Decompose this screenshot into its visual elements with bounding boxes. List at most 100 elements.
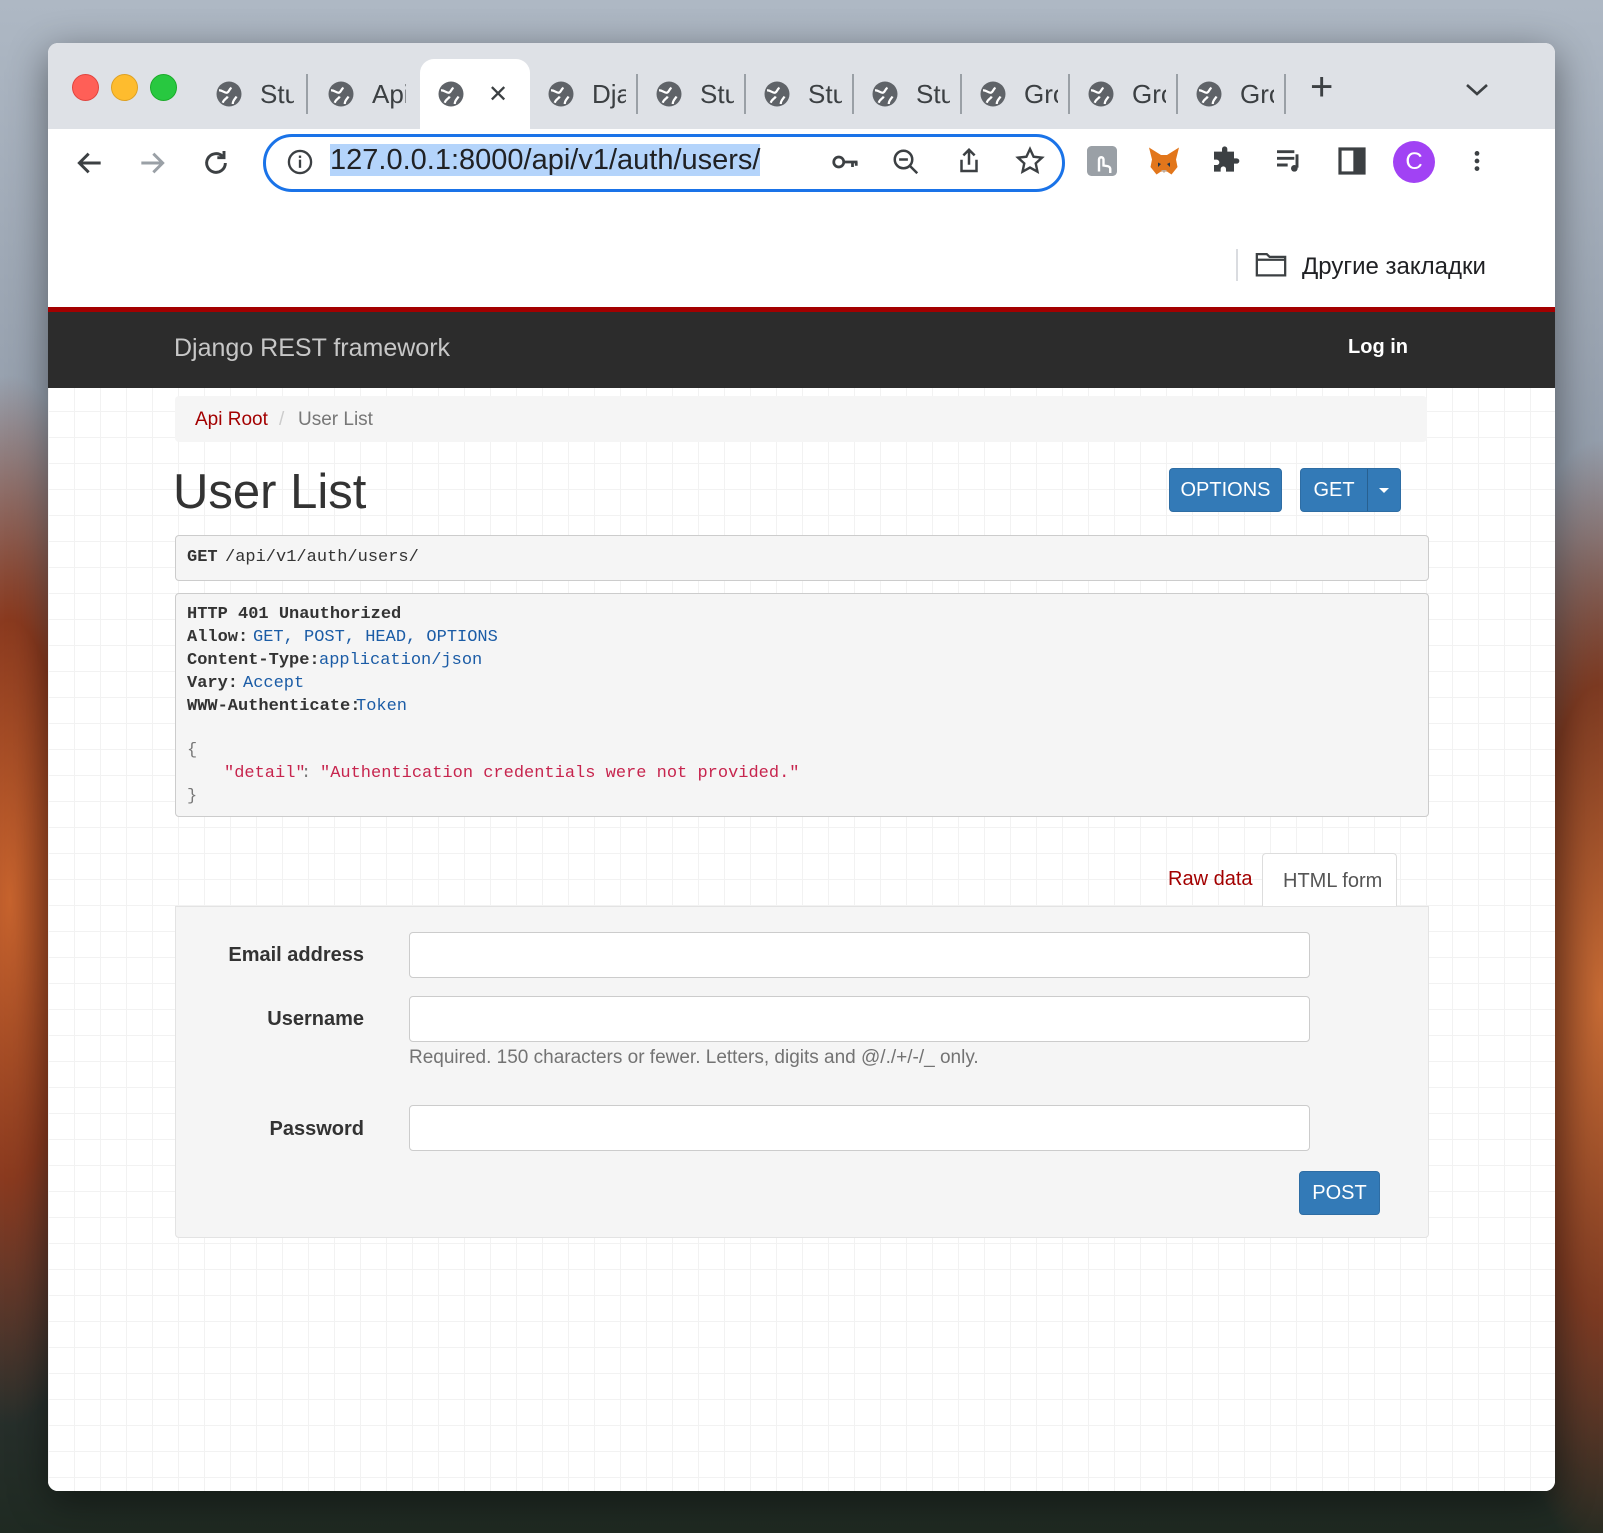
bookmark-star-icon[interactable] <box>1014 145 1046 177</box>
tab-label: Stu <box>260 78 294 109</box>
tab-9[interactable]: Gro <box>1070 59 1178 129</box>
username-label: Username <box>267 1008 364 1030</box>
extensions-puzzle-icon[interactable] <box>1210 145 1242 177</box>
request-path: /api/v1/auth/users/ <box>225 548 419 567</box>
password-label: Password <box>269 1118 364 1140</box>
info-icon[interactable] <box>286 148 314 176</box>
more-menu-icon[interactable] <box>1464 145 1490 177</box>
response-info: HTTP 401 Unauthorized Allow: GET, POST, … <box>175 593 1429 817</box>
tab-html-form-label: HTML form <box>1283 870 1383 892</box>
reload-icon[interactable] <box>200 147 232 179</box>
tab-html-form[interactable]: HTML form <box>1262 853 1397 908</box>
chevron-down-icon[interactable] <box>1464 81 1490 99</box>
media-queue-icon[interactable] <box>1272 145 1306 177</box>
caret-down-icon[interactable] <box>1377 486 1391 496</box>
breadcrumb-current: User List <box>298 409 373 430</box>
options-button[interactable]: OPTIONS <box>1169 468 1282 512</box>
globe-icon <box>438 81 464 107</box>
metamask-fox-icon[interactable] <box>1146 143 1182 179</box>
folder-icon[interactable] <box>1254 249 1288 279</box>
forward-arrow-icon[interactable] <box>136 147 168 179</box>
json-colon: : <box>301 764 322 783</box>
tab-label: Gro <box>1024 78 1058 109</box>
bookmarks-divider <box>1236 249 1238 281</box>
globe-icon <box>980 81 1006 107</box>
tab-1[interactable]: Stu <box>198 59 308 129</box>
tab-strip: Stu Api ✕ Dja Stu Stu Stu Gr Gr Gr + <box>48 43 1555 129</box>
globe-icon <box>328 81 354 107</box>
tab-label: Stu <box>916 78 950 109</box>
tab-8[interactable]: Gro <box>962 59 1070 129</box>
tab-10[interactable]: Gro <box>1178 59 1286 129</box>
tab-label: Api <box>372 78 406 109</box>
username-field[interactable] <box>409 996 1310 1042</box>
tab-label: Stu <box>808 78 842 109</box>
globe-icon <box>1088 81 1114 107</box>
address-bar[interactable]: 127.0.0.1:8000/api/v1/auth/users/ <box>263 134 1065 192</box>
zoom-out-icon[interactable] <box>891 147 921 177</box>
extension-touch-icon[interactable] <box>1084 143 1120 179</box>
globe-icon <box>656 81 682 107</box>
key-icon[interactable] <box>829 147 861 177</box>
new-tab-button[interactable]: + <box>1310 65 1333 110</box>
minimize-window-button[interactable] <box>111 74 138 101</box>
globe-icon <box>764 81 790 107</box>
bookmarks-folder-label[interactable]: Другие закладки <box>1302 253 1486 281</box>
tab-7[interactable]: Stu <box>854 59 962 129</box>
globe-icon <box>216 81 242 107</box>
email-field[interactable] <box>409 932 1310 978</box>
close-window-button[interactable] <box>72 74 99 101</box>
get-button-group: GET <box>1300 468 1401 512</box>
breadcrumb-root-link[interactable]: Api Root <box>195 409 268 431</box>
response-status: HTTP 401 Unauthorized <box>187 605 402 624</box>
page-content: Django REST framework Log in Api Root / … <box>48 307 1555 1491</box>
side-panel-icon[interactable] <box>1336 145 1368 177</box>
tab-label: Stu <box>700 78 734 109</box>
navbar: Django REST framework Log in <box>48 307 1555 388</box>
json-value: "Authentication credentials were not pro… <box>320 764 800 783</box>
tab-active[interactable]: ✕ <box>420 59 530 129</box>
breadcrumb: Api Root / User List <box>175 396 1427 442</box>
json-key: "detail" <box>224 764 306 783</box>
share-icon[interactable] <box>954 145 984 177</box>
header-value: application/json <box>319 651 483 670</box>
browser-toolbar: 127.0.0.1:8000/api/v1/auth/users/ C <box>48 129 1555 217</box>
json-close-brace: } <box>187 787 198 806</box>
brand-link[interactable]: Django REST framework <box>174 334 450 363</box>
tab-6[interactable]: Stu <box>746 59 854 129</box>
email-label: Email address <box>228 944 364 966</box>
request-method: GET <box>187 548 218 567</box>
json-open-brace: { <box>187 741 198 760</box>
profile-avatar[interactable]: C <box>1393 141 1435 183</box>
get-button[interactable]: GET <box>1301 469 1367 511</box>
post-button[interactable]: POST <box>1299 1171 1380 1215</box>
breadcrumb-separator: / <box>279 409 285 430</box>
page-title: User List <box>173 465 367 519</box>
login-link[interactable]: Log in <box>1348 336 1408 359</box>
header-value: Token <box>356 697 408 716</box>
header-value: GET, POST, HEAD, OPTIONS <box>253 628 498 647</box>
maximize-window-button[interactable] <box>150 74 177 101</box>
header-name: Content-Type: <box>187 651 320 670</box>
header-value: Accept <box>243 674 305 693</box>
url-text[interactable]: 127.0.0.1:8000/api/v1/auth/users/ <box>330 144 761 177</box>
tab-label: Gro <box>1132 78 1166 109</box>
header-name: WWW-Authenticate: <box>187 697 361 716</box>
username-help-text: Required. 150 characters or fewer. Lette… <box>409 1047 979 1068</box>
tab-label: Gro <box>1240 78 1274 109</box>
tab-close-icon[interactable]: ✕ <box>488 80 508 109</box>
tab-5[interactable]: Stu <box>638 59 746 129</box>
request-info: GET /api/v1/auth/users/ <box>175 535 1429 581</box>
globe-icon <box>548 81 574 107</box>
globe-icon <box>1196 81 1222 107</box>
back-arrow-icon[interactable] <box>74 147 106 179</box>
tab-label: Dja <box>592 78 626 109</box>
password-field[interactable] <box>409 1105 1310 1151</box>
tab-4[interactable]: Dja <box>530 59 638 129</box>
tab-2[interactable]: Api <box>310 59 420 129</box>
header-name: Allow: <box>187 628 249 647</box>
html-form: Email address Username Required. 150 cha… <box>175 906 1429 1238</box>
globe-icon <box>872 81 898 107</box>
header-name: Vary: <box>187 674 239 693</box>
browser-window: Stu Api ✕ Dja Stu Stu Stu Gr Gr Gr + 127… <box>48 43 1555 1491</box>
